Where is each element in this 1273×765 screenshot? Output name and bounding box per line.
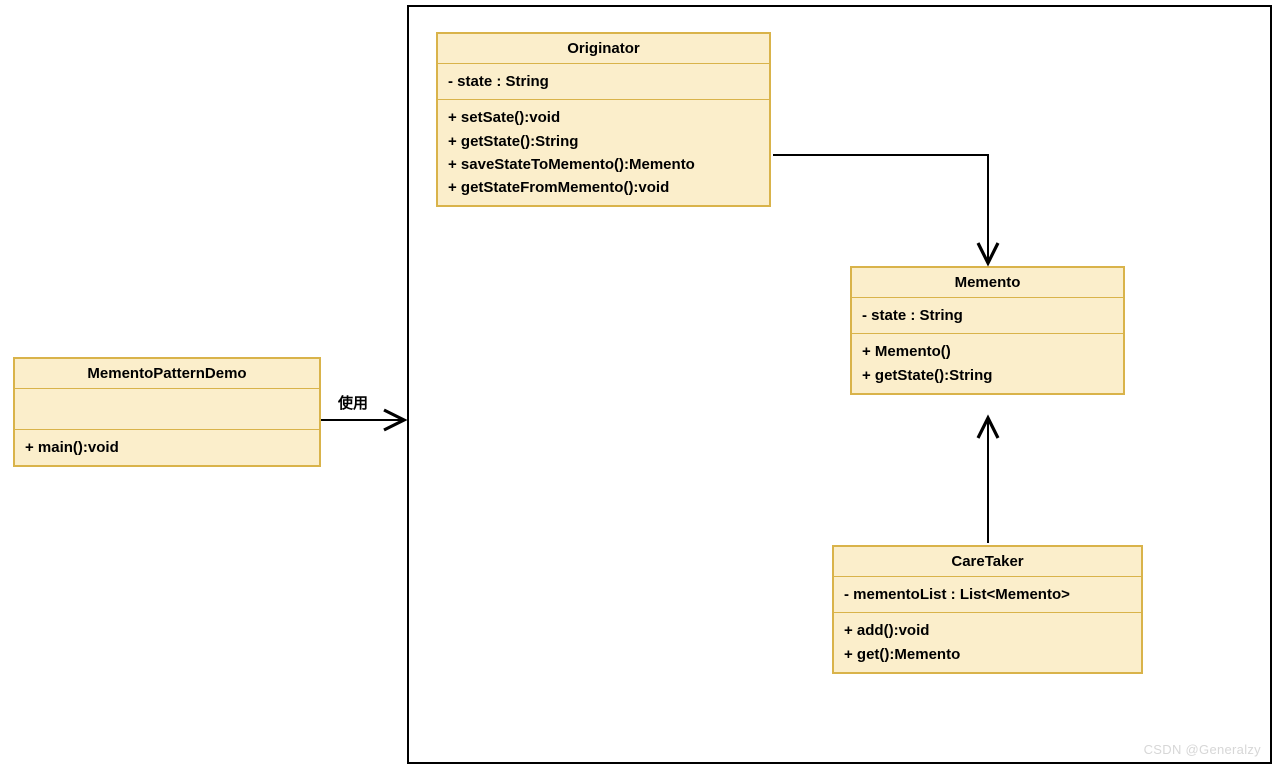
op-row: + add():void: [844, 619, 1131, 642]
op-row: + get():Memento: [844, 643, 1131, 666]
op-row: + setSate():void: [448, 106, 759, 129]
attr-row: - state : String: [448, 70, 759, 93]
op-row: + getState():String: [862, 364, 1113, 387]
class-ops: + add():void + get():Memento: [834, 613, 1141, 672]
class-title: CareTaker: [834, 547, 1141, 577]
class-ops: + setSate():void + getState():String + s…: [438, 100, 769, 205]
op-row: + getStateFromMemento():void: [448, 176, 759, 199]
class-memento-pattern-demo: MementoPatternDemo + main():void: [13, 357, 321, 467]
class-attrs: - mementoList : List<Memento>: [834, 577, 1141, 613]
op-row: + getState():String: [448, 130, 759, 153]
class-attrs: [15, 389, 319, 430]
class-memento: Memento - state : String + Memento() + g…: [850, 266, 1125, 395]
class-attrs: - state : String: [852, 298, 1123, 334]
class-originator: Originator - state : String + setSate():…: [436, 32, 771, 207]
edge-label-uses: 使用: [338, 392, 368, 413]
class-title: MementoPatternDemo: [15, 359, 319, 389]
attr-row: - state : String: [862, 304, 1113, 327]
class-ops: + main():void: [15, 430, 319, 465]
class-ops: + Memento() + getState():String: [852, 334, 1123, 393]
watermark-text: CSDN @Generalzy: [1144, 742, 1261, 757]
class-caretaker: CareTaker - mementoList : List<Memento> …: [832, 545, 1143, 674]
op-row: + saveStateToMemento():Memento: [448, 153, 759, 176]
op-row: + main():void: [25, 436, 309, 459]
op-row: + Memento(): [862, 340, 1113, 363]
class-title: Originator: [438, 34, 769, 64]
diagram-canvas: MementoPatternDemo + main():void Origina…: [0, 0, 1273, 765]
class-title: Memento: [852, 268, 1123, 298]
attr-row: - mementoList : List<Memento>: [844, 583, 1131, 606]
class-attrs: - state : String: [438, 64, 769, 100]
